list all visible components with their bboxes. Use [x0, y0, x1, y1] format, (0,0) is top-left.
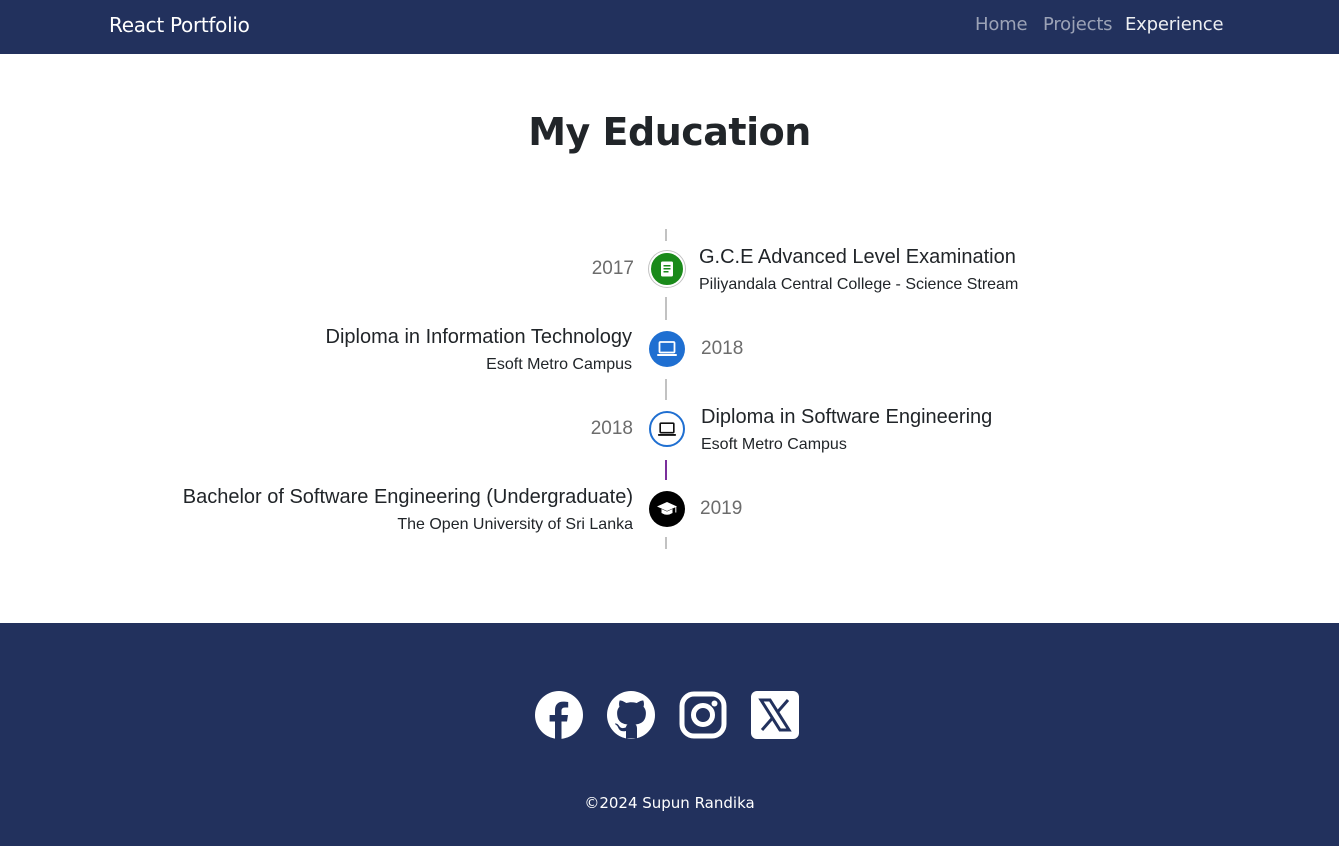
timeline-connector: [665, 460, 667, 480]
graduation-cap-icon: [649, 491, 685, 527]
brand-link[interactable]: React Portfolio: [109, 13, 250, 37]
footer: [0, 623, 1339, 846]
timeline-year: 2019: [700, 498, 743, 519]
x-twitter-icon[interactable]: [750, 690, 800, 740]
timeline-year: 2018: [590, 418, 633, 439]
navbar: React Portfolio Home Projects Experience: [0, 0, 1339, 54]
timeline-subtitle: Esoft Metro Campus: [701, 436, 847, 453]
timeline-connector: [665, 229, 667, 241]
github-icon[interactable]: [606, 690, 656, 740]
nav-experience-link[interactable]: Experience: [1125, 14, 1224, 35]
copyright-text: ©2024 Supun Randika: [584, 794, 755, 812]
timeline-title: G.C.E Advanced Level Examination: [699, 246, 1016, 268]
timeline-title: Diploma in Information Technology: [325, 326, 632, 348]
timeline-subtitle: The Open University of Sri Lanka: [397, 516, 633, 533]
timeline-connector: [665, 537, 667, 549]
laptop-icon: [649, 411, 685, 447]
timeline-title: Diploma in Software Engineering: [701, 406, 993, 428]
instagram-icon[interactable]: [678, 690, 728, 740]
nav-home-link[interactable]: Home: [975, 14, 1028, 35]
nav-projects-link[interactable]: Projects: [1043, 14, 1113, 35]
timeline-subtitle: Esoft Metro Campus: [486, 356, 632, 373]
book-icon: [649, 251, 685, 287]
facebook-icon[interactable]: [534, 690, 584, 740]
timeline-connector: [665, 379, 667, 400]
timeline-year: 2017: [591, 258, 634, 279]
laptop-icon: [649, 331, 685, 367]
timeline-year: 2018: [701, 338, 744, 359]
timeline-title: Bachelor of Software Engineering (Underg…: [182, 486, 633, 508]
timeline-subtitle: Piliyandala Central College - Science St…: [699, 276, 1019, 293]
timeline-connector: [665, 297, 667, 320]
section-title: My Education: [528, 110, 811, 154]
